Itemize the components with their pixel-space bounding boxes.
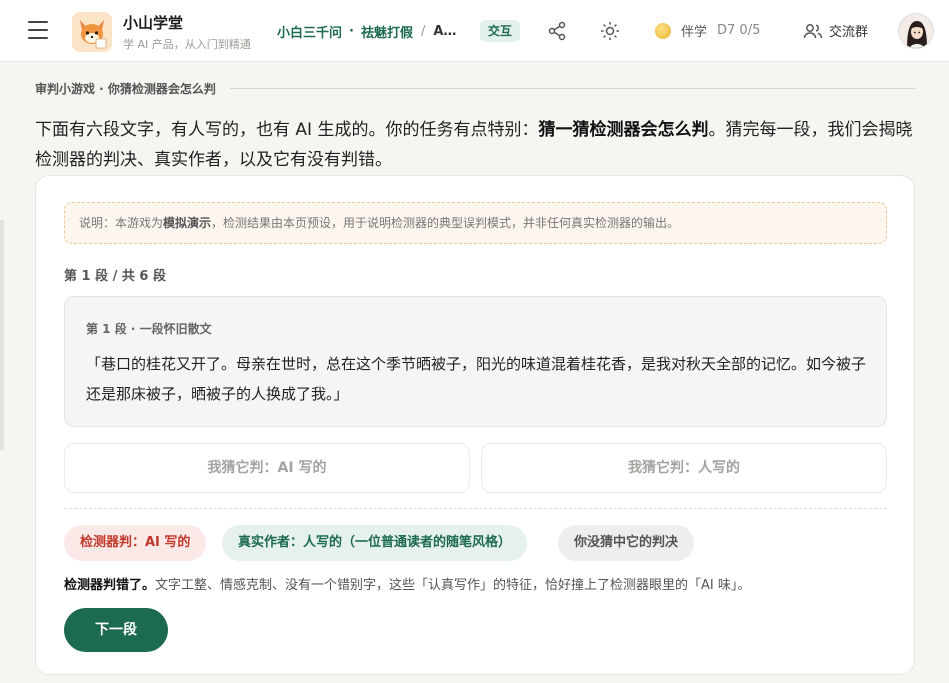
companion-status[interactable]: 伴学 D7 0/5 — [655, 21, 760, 40]
verdict-explanation: 检测器判错了。文字工整、情感克制、没有一个错别字，这些「认真写作」的特征，恰好撞… — [64, 574, 750, 593]
group-chat-button[interactable]: 交流群 — [803, 21, 868, 40]
breadcrumb-item-current: A… — [433, 24, 457, 39]
section-divider — [229, 87, 915, 89]
passage-progress: 第 1 段 / 共 6 段 — [64, 269, 166, 284]
share-icon[interactable] — [546, 20, 568, 42]
next-passage-button[interactable]: 下一段 — [64, 608, 168, 652]
group-chat-label: 交流群 — [829, 25, 869, 40]
verdict-bold: 检测器判错了。 — [64, 578, 156, 593]
game-card: 说明：本游戏为模拟演示，检测结果由本页预设，用于说明检测器的典型误判模式，并非任… — [35, 175, 915, 675]
breadcrumb: 小白三千问 · 祛魅打假 / A… — [277, 22, 456, 41]
note-prefix: 说明：本游戏为 — [79, 216, 164, 230]
avatar[interactable] — [898, 13, 934, 49]
breadcrumb-separator: / — [420, 24, 426, 39]
companion-progress: D7 0/5 — [717, 23, 761, 38]
true-author-badge: 真实作者：人写的（一位普通读者的随笔风格） — [222, 525, 528, 561]
companion-label: 伴学 — [681, 25, 708, 40]
users-icon — [803, 23, 823, 38]
passage-box: 第 1 段 · 一段怀旧散文 「巷口的桂花又开了。母亲在世时，总在这个季节晒被子… — [64, 296, 887, 427]
intro-text-bold: 猜一猜检测器会怎么判 — [538, 120, 709, 140]
brand-subtitle: 学 AI 产品，从入门到精通 — [123, 38, 251, 51]
result-divider — [64, 508, 887, 509]
breadcrumb-item-series[interactable]: 小白三千问 — [277, 22, 342, 41]
sun-icon[interactable] — [599, 20, 621, 42]
fox-logo[interactable] — [72, 12, 112, 52]
guess-ai-button[interactable]: 我猜它判：AI 写的 — [64, 443, 470, 493]
interactive-tag: 交互 — [480, 20, 521, 42]
breadcrumb-dot: · — [349, 24, 354, 39]
note-suffix: ，检测结果由本页预设，用于说明检测器的典型误判模式，并非任何真实检测器的输出。 — [211, 216, 680, 230]
intro-paragraph: 下面有六段文字，有人写的，也有 AI 生成的。你的任务有点特别：猜一猜检测器会怎… — [35, 115, 915, 175]
passage-title: 第 1 段 · 一段怀旧散文 — [86, 322, 212, 336]
intro-text-before: 下面有六段文字，有人写的，也有 AI 生成的。你的任务有点特别： — [35, 120, 539, 140]
section-title: 审判小游戏 · 你猜检测器会怎么判 — [35, 81, 216, 96]
menu-icon[interactable] — [28, 21, 48, 39]
guess-human-button[interactable]: 我猜它判：人写的 — [481, 443, 887, 493]
left-edge-shadow — [0, 220, 4, 450]
guess-result-badge: 你没猜中它的判决 — [558, 525, 695, 561]
section-header: 审判小游戏 · 你猜检测器会怎么判 — [35, 80, 915, 96]
disclaimer-note: 说明：本游戏为模拟演示，检测结果由本页预设，用于说明检测器的典型误判模式，并非任… — [64, 202, 887, 244]
note-bold: 模拟演示 — [163, 216, 212, 230]
coin-icon — [655, 22, 671, 39]
passage-text: 「巷口的桂花又开了。母亲在世时，总在这个季节晒被子，阳光的味道混着桂花香，是我对… — [86, 355, 867, 403]
verdict-text: 文字工整、情感克制、没有一个错别字，这些「认真写作」的特征，恰好撞上了检测器眼里… — [155, 578, 751, 593]
breadcrumb-item-topic[interactable]: 祛魅打假 — [361, 22, 413, 41]
top-header: 小山学堂 学 AI 产品，从入门到精通 小白三千问 · 祛魅打假 / A… 交互 — [0, 0, 949, 62]
detector-verdict-badge: 检测器判：AI 写的 — [64, 525, 207, 561]
brand-title[interactable]: 小山学堂 — [123, 12, 183, 33]
